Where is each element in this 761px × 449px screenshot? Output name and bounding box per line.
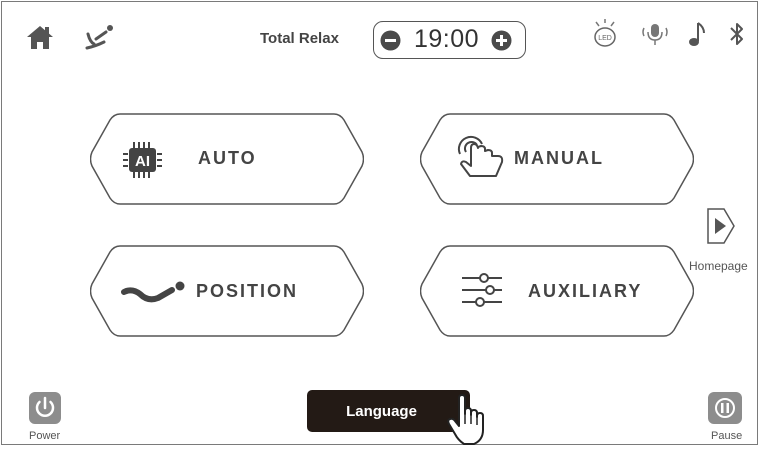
reclined-body-icon [120, 276, 186, 308]
auto-mode-button[interactable]: AI AUTO [90, 112, 364, 206]
ai-badge-text: AI [135, 153, 150, 170]
control-panel-screen: Total Relax 19:00 LED AI AUTO MANUAL POS… [1, 1, 758, 445]
led-text: LED [598, 35, 612, 42]
position-mode-button[interactable]: POSITION [90, 244, 364, 338]
ai-chip-icon: AI [122, 140, 164, 180]
plus-circle-icon[interactable] [491, 30, 512, 51]
auxiliary-mode-button[interactable]: AUXILIARY [420, 244, 694, 338]
home-icon[interactable] [26, 24, 54, 50]
position-label: POSITION [196, 281, 299, 301]
timer-control: 19:00 [373, 21, 526, 59]
voice-microphone-icon[interactable] [641, 20, 669, 48]
pointer-hand-icon [446, 394, 490, 446]
minus-circle-icon[interactable] [380, 30, 401, 51]
auto-label: AUTO [198, 148, 257, 168]
pause-icon[interactable] [708, 392, 742, 424]
music-note-icon[interactable] [686, 19, 708, 49]
bluetooth-icon[interactable] [728, 19, 746, 49]
manual-mode-button[interactable]: MANUAL [420, 112, 694, 206]
play-arrow-icon[interactable] [706, 207, 736, 245]
homepage-label[interactable]: Homepage [689, 259, 748, 273]
timer-value: 19:00 [413, 25, 480, 53]
power-icon[interactable] [29, 392, 61, 424]
sliders-icon [460, 272, 504, 308]
touch-hand-icon [452, 130, 510, 182]
manual-label: MANUAL [514, 148, 604, 168]
power-label: Power [29, 430, 61, 442]
auxiliary-label: AUXILIARY [528, 281, 643, 301]
led-light-icon[interactable]: LED [592, 18, 618, 48]
recline-chair-icon[interactable] [82, 22, 116, 54]
program-label: Total Relax [260, 30, 339, 47]
language-label: Language [346, 402, 417, 420]
pause-label: Pause [711, 430, 743, 442]
